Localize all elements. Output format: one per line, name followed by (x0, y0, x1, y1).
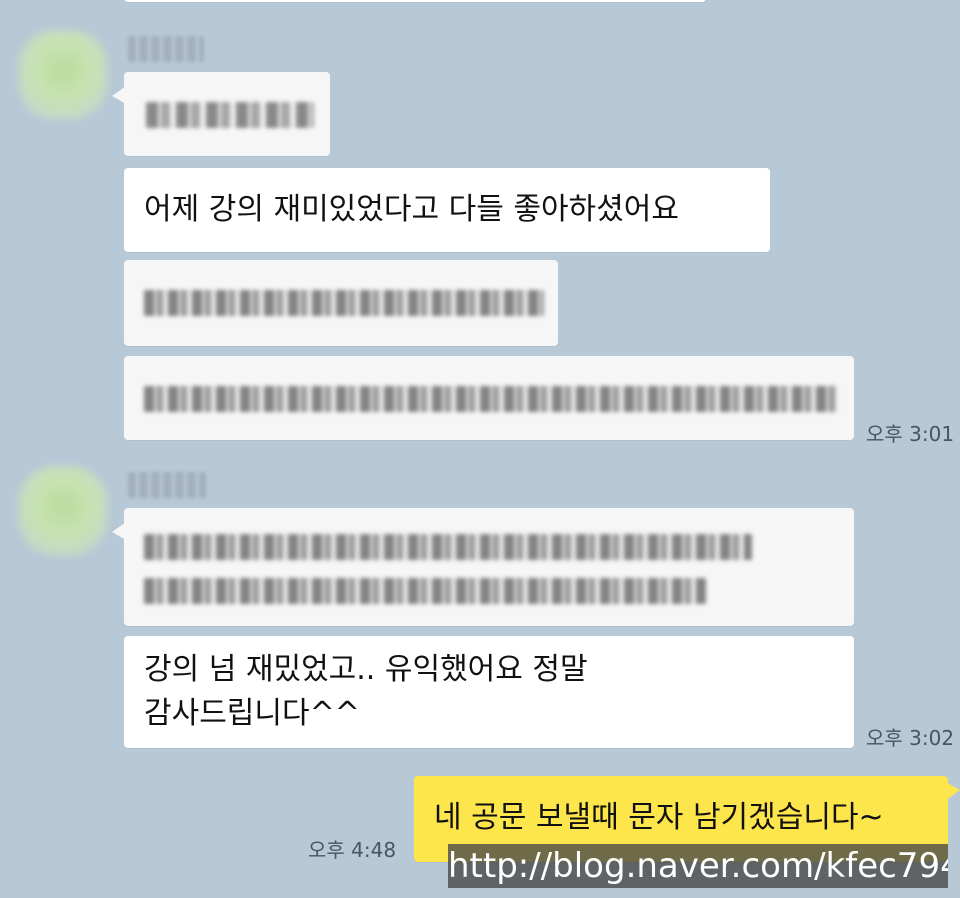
avatar-sender-1[interactable] (18, 30, 108, 120)
avatar-sender-2[interactable] (18, 466, 108, 556)
my-message-text: 네 공문 보낼때 문자 남기겠습니다~ (434, 800, 884, 835)
timestamp-2: 오후 3:02 (866, 726, 955, 750)
message-bubble-top-partial[interactable] (124, 0, 706, 2)
bubble-tail-1 (112, 86, 126, 104)
timestamp-3: 오후 4:48 (308, 838, 397, 862)
message-bubble-blurred-3[interactable] (124, 356, 854, 440)
my-bubble-tail (946, 782, 960, 800)
message-bubble-2[interactable]: 강의 넘 재밌었고.. 유익했어요 정말 감사드립니다^^ (124, 636, 854, 748)
sender-name-1 (128, 36, 204, 62)
timestamp-1: 오후 3:01 (866, 422, 955, 446)
bubble-tail-2 (112, 522, 126, 540)
sender-name-2 (128, 472, 206, 498)
watermark-url: http://blog.naver.com/kfec7946 (448, 844, 948, 888)
message-text-1: 어제 강의 재미있었다고 다들 좋아하셨어요 (144, 192, 679, 227)
blurred-text-1 (146, 102, 314, 128)
message-bubble-blurred-1[interactable] (124, 72, 330, 156)
message-bubble-blurred-2[interactable] (124, 260, 558, 346)
blurred-text-2 (144, 290, 544, 316)
message-text-2-line-1: 강의 넘 재밌었고.. 유익했어요 정말 (144, 652, 588, 687)
message-text-2-line-2: 감사드립니다^^ (144, 696, 360, 731)
message-bubble-1[interactable]: 어제 강의 재미있었다고 다들 좋아하셨어요 (124, 168, 770, 252)
blurred-text-3 (144, 386, 838, 412)
blurred-text-4a (144, 534, 752, 560)
message-bubble-blurred-4[interactable] (124, 508, 854, 626)
blurred-text-4b (144, 578, 706, 604)
